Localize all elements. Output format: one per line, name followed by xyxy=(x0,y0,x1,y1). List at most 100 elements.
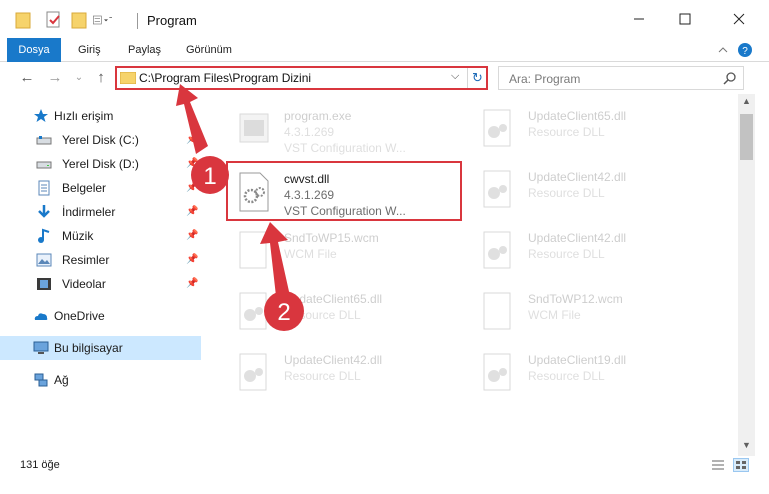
sidebar-item-this-pc[interactable]: Bu bilgisayar xyxy=(0,336,201,360)
file-list: program.exe 4.3.1.269 VST Configuration … xyxy=(220,100,738,452)
pin-icon[interactable]: 📌 xyxy=(186,254,198,265)
tab-dosya[interactable]: Dosya xyxy=(7,38,61,62)
dll-file-icon xyxy=(239,292,267,330)
file-type: Resource DLL xyxy=(528,369,605,383)
file-name: UpdateClient42.dll xyxy=(528,231,627,245)
sidebar-item-onedrive[interactable]: OneDrive xyxy=(0,304,201,328)
file-type: VST Configuration W... xyxy=(284,204,406,218)
wcm-file-icon xyxy=(239,231,267,269)
sidebar-item-downloads[interactable]: İndirmeler 📌 xyxy=(0,200,201,224)
file-item[interactable]: program.exe 4.3.1.269 VST Configuration … xyxy=(228,100,464,160)
sidebar-item-label: İndirmeler xyxy=(62,205,116,219)
navigation-pane: Hızlı erişim Yerel Disk (C:) 📌 Yerel Dis… xyxy=(0,100,201,450)
sidebar-item-local-disk-c[interactable]: Yerel Disk (C:) 📌 xyxy=(0,128,201,152)
sidebar-item-label: Resimler xyxy=(62,253,110,267)
network-icon xyxy=(34,373,48,387)
sidebar-item-label: Ağ xyxy=(54,373,69,387)
search-box[interactable]: Ara: Program xyxy=(498,66,744,90)
new-folder-icon[interactable] xyxy=(70,10,90,30)
navigation-bar: ← → ⌄ ↑ C:\Program Files\Program Dizini … xyxy=(0,62,769,94)
sidebar-item-pictures[interactable]: Resimler 📌 xyxy=(0,248,201,272)
up-arrow-icon[interactable]: ↑ xyxy=(92,69,110,87)
file-item[interactable]: UpdateClient42.dll Resource DLL xyxy=(472,222,708,282)
drive-icon xyxy=(36,136,52,145)
pin-icon[interactable]: 📌 xyxy=(186,182,198,193)
file-version: 4.3.1.269 xyxy=(284,188,335,202)
dll-file-icon xyxy=(239,353,267,391)
pin-icon[interactable]: 📌 xyxy=(186,134,198,145)
pin-icon[interactable]: 📌 xyxy=(186,230,198,241)
videos-icon xyxy=(37,278,51,290)
sidebar-item-label: OneDrive xyxy=(54,309,105,323)
star-icon xyxy=(34,109,48,122)
customize-quick-access-icon[interactable] xyxy=(92,10,112,30)
chevron-down-icon[interactable]: ⌵ xyxy=(451,70,459,83)
sidebar-item-videos[interactable]: Videolar 📌 xyxy=(0,272,201,296)
search-placeholder[interactable]: Ara: Program xyxy=(509,72,580,86)
file-type: Resource DLL xyxy=(284,369,361,383)
back-arrow-icon[interactable]: ← xyxy=(18,69,36,87)
sidebar-item-label: Müzik xyxy=(62,229,94,243)
sidebar-item-music[interactable]: Müzik 📌 xyxy=(0,224,201,248)
address-bar[interactable]: C:\Program Files\Program Dizini ⌵ ↻ xyxy=(115,66,488,90)
svg-text:?: ? xyxy=(742,46,748,57)
documents-icon xyxy=(38,180,50,196)
scroll-down-icon[interactable]: ▼ xyxy=(738,440,755,454)
dll-file-icon xyxy=(483,353,511,391)
folder-icon[interactable] xyxy=(14,10,34,30)
file-type: VST Configuration W... xyxy=(284,141,406,155)
address-path[interactable]: C:\Program Files\Program Dizini xyxy=(139,71,311,85)
downloads-icon xyxy=(38,205,50,218)
file-item[interactable]: UpdateClient19.dll Resource DLL xyxy=(472,344,708,404)
tab-gorunum[interactable]: Görünüm xyxy=(180,38,238,62)
recent-locations-icon[interactable]: ⌄ xyxy=(70,69,88,87)
tab-paylas[interactable]: Paylaş xyxy=(122,38,167,62)
tab-giris[interactable]: Giriş xyxy=(72,38,107,62)
pin-icon[interactable]: 📌 xyxy=(186,278,198,289)
details-view-icon[interactable] xyxy=(711,459,725,471)
refresh-icon[interactable]: ↻ xyxy=(472,70,483,86)
wcm-file-icon xyxy=(483,292,511,330)
sidebar-item-local-disk-d[interactable]: Yerel Disk (D:) 📌 xyxy=(0,152,201,176)
file-name: UpdateClient65.dll xyxy=(284,292,383,306)
item-count: 131 öğe xyxy=(20,459,60,471)
file-item[interactable]: SndToWP12.wcm WCM File xyxy=(472,283,708,343)
window-title: Program xyxy=(147,13,197,28)
forward-arrow-icon[interactable]: → xyxy=(46,69,64,87)
properties-icon[interactable] xyxy=(44,10,64,30)
minimize-button[interactable] xyxy=(616,0,662,38)
file-name: SndToWP12.wcm xyxy=(528,292,623,306)
help-icon[interactable]: ? xyxy=(737,42,753,58)
file-item[interactable]: UpdateClient65.dll Resource DLL xyxy=(228,283,464,343)
dll-file-icon xyxy=(483,231,511,269)
exe-file-icon xyxy=(239,113,269,143)
large-icons-view-icon[interactable] xyxy=(733,458,749,472)
search-icon[interactable] xyxy=(723,71,737,85)
file-name: program.exe xyxy=(284,109,352,123)
pin-icon[interactable]: 📌 xyxy=(186,206,198,217)
file-item[interactable]: SndToWP15.wcm WCM File xyxy=(228,222,464,282)
file-type: WCM File xyxy=(284,247,337,261)
sidebar-item-documents[interactable]: Belgeler 📌 xyxy=(0,176,201,200)
sidebar-item-label: Yerel Disk (D:) xyxy=(62,157,139,171)
pictures-icon xyxy=(36,253,52,267)
expand-ribbon-icon[interactable] xyxy=(716,42,730,58)
file-type: Resource DLL xyxy=(284,308,361,322)
file-item[interactable]: UpdateClient42.dll Resource DLL xyxy=(228,344,464,404)
pin-icon[interactable]: 📌 xyxy=(186,158,198,169)
vertical-scrollbar[interactable]: ▲ ▼ xyxy=(738,94,755,456)
file-item[interactable]: UpdateClient42.dll Resource DLL xyxy=(472,161,708,221)
file-item-highlighted[interactable]: cwvst.dll 4.3.1.269 VST Configuration W.… xyxy=(226,161,462,221)
file-name: SndToWP15.wcm xyxy=(284,231,379,245)
sidebar-item-quick-access[interactable]: Hızlı erişim xyxy=(0,104,201,128)
file-type: WCM File xyxy=(528,308,581,322)
maximize-button[interactable] xyxy=(662,0,708,38)
sidebar-item-label: Yerel Disk (C:) xyxy=(62,133,139,147)
sidebar-item-network[interactable]: Ağ xyxy=(0,368,201,392)
title-bar: Program xyxy=(0,0,769,38)
close-button[interactable] xyxy=(716,0,762,38)
drive-icon xyxy=(36,161,52,169)
file-item[interactable]: UpdateClient65.dll Resource DLL xyxy=(472,100,708,160)
scroll-up-icon[interactable]: ▲ xyxy=(738,96,755,110)
scroll-thumb[interactable] xyxy=(740,114,753,160)
